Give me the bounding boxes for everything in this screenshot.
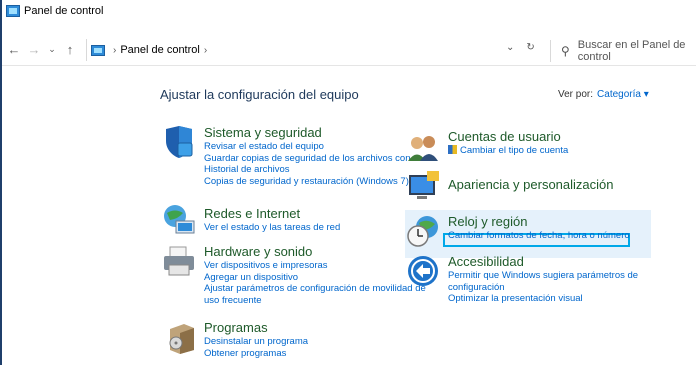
category-link[interactable]: Revisar el estado del equipo [204,141,410,153]
category-title[interactable]: Apariencia y personalización [448,177,613,193]
search-icon: ⚲ [561,44,570,58]
breadcrumb-separator-icon[interactable]: › [113,45,116,56]
control-panel-window: Panel de control ← → ⌄ ↑ › Panel de cont… [0,0,696,365]
category-link[interactable]: Optimizar la presentación visual [448,293,638,305]
network-globe-icon [164,205,195,234]
search-input[interactable]: ⚲ Buscar en el Panel de control [550,39,696,63]
category-link[interactable]: Ver el estado y las tareas de red [204,222,340,234]
category-clock-region: Reloj y región Cambiar formatos de fecha… [448,214,630,242]
category-link[interactable]: Cambiar formatos de fecha, hora o número [448,230,630,242]
window-title: Panel de control [24,5,104,17]
view-by-value[interactable]: Categoría [597,89,641,100]
programs-box-icon [169,324,194,354]
breadcrumb-separator-icon[interactable]: › [204,45,207,56]
category-title[interactable]: Accesibilidad [448,254,638,270]
category-link[interactable]: Cambiar el tipo de cuenta [448,145,568,157]
chevron-down-icon[interactable]: ⌄ [506,42,514,53]
navigation-bar: ← → ⌄ ↑ › Panel de control › ⌄ ↻ ⚲ Busca… [2,34,696,66]
category-link[interactable]: Copias de seguridad y restauración (Wind… [204,176,410,188]
main-content: Ajustar la configuración del equipo Ver … [2,67,696,365]
address-bar[interactable]: › Panel de control › [86,39,526,61]
view-by-dropdown[interactable]: Categoría ▾ [597,89,649,100]
category-title[interactable]: Sistema y seguridad [204,125,410,141]
category-appearance: Apariencia y personalización [448,177,613,193]
category-title[interactable]: Hardware y sonido [204,244,426,260]
category-link[interactable]: configuración [448,282,638,294]
category-network: Redes e Internet Ver el estado y las tar… [204,206,340,234]
category-user-accounts: Cuentas de usuario Cambiar el tipo de cu… [448,129,568,157]
title-bar: Panel de control [2,0,696,22]
category-programs: Programas Desinstalar un programa Obtene… [204,320,308,359]
users-icon [408,136,438,161]
monitor-icon [409,171,439,199]
category-link[interactable]: uso frecuente [204,295,426,307]
category-link-text[interactable]: Cambiar el tipo de cuenta [460,145,568,156]
category-link[interactable]: Permitir que Windows sugiera parámetros … [448,270,638,282]
category-title[interactable]: Programas [204,320,308,336]
category-link[interactable]: Desinstalar un programa [204,336,308,348]
back-arrow-icon[interactable]: ← [6,40,22,60]
category-system-security: Sistema y seguridad Revisar el estado de… [204,125,410,187]
category-accessibility: Accesibilidad Permitir que Windows sugie… [448,254,638,305]
control-panel-icon [6,5,20,17]
shield-icon [166,126,193,158]
category-title[interactable]: Redes e Internet [204,206,340,222]
category-link[interactable]: Guardar copias de seguridad de los archi… [204,153,410,165]
category-link[interactable]: Ajustar parámetros de configuración de m… [204,283,426,295]
page-title: Ajustar la configuración del equipo [160,87,359,102]
clock-globe-icon [407,216,438,247]
uac-shield-icon [448,145,457,154]
category-title[interactable]: Cuentas de usuario [448,129,568,145]
category-link[interactable]: Obtener programas [204,348,308,360]
chevron-down-icon[interactable]: ⌄ [46,40,58,60]
category-title[interactable]: Reloj y región [448,214,630,230]
view-by: Ver por: Categoría ▾ [558,89,649,100]
breadcrumb-item[interactable]: Panel de control [120,44,200,56]
accessibility-icon [408,256,438,286]
up-arrow-icon[interactable]: ↑ [62,40,78,60]
category-link[interactable]: Agregar un dispositivo [204,272,426,284]
category-link[interactable]: Ver dispositivos e impresoras [204,260,426,272]
printer-icon [164,246,194,276]
view-by-label: Ver por: [558,89,594,100]
address-actions: ⌄ ↻ [506,42,535,53]
forward-arrow-icon[interactable]: → [26,40,42,60]
control-panel-small-icon [91,44,105,56]
category-hardware: Hardware y sonido Ver dispositivos e imp… [204,244,426,306]
refresh-icon[interactable]: ↻ [526,42,534,53]
search-placeholder: Buscar en el Panel de control [577,39,686,63]
category-link[interactable]: Historial de archivos [204,164,410,176]
